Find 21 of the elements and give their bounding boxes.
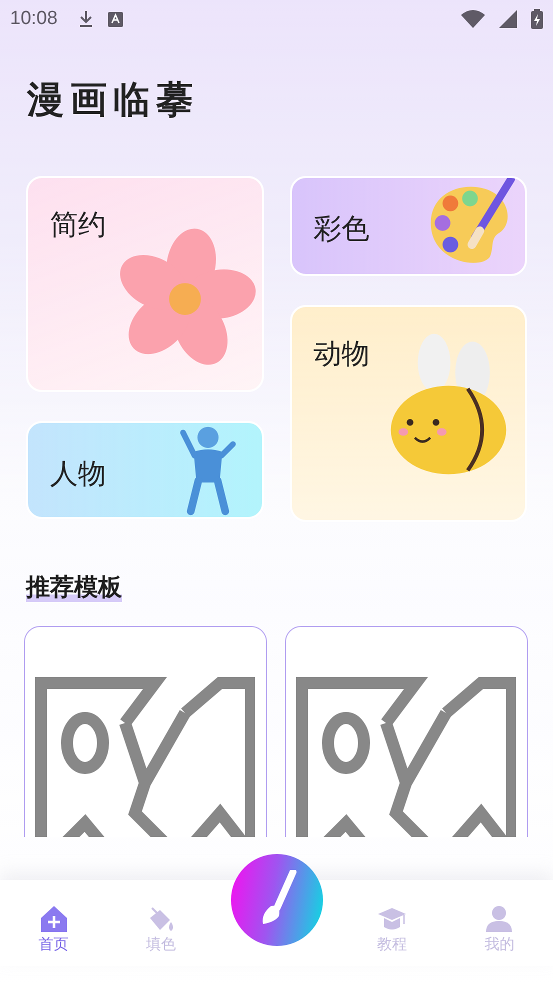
download-icon [78,10,94,28]
category-label: 彩色 [314,211,370,247]
user-icon [484,904,514,934]
category-card[interactable]: 人物 [26,421,264,519]
nav-tab[interactable]: 首页 [0,880,108,954]
signal-icon [499,10,517,28]
category-label: 动物 [314,336,370,372]
category-label: 人物 [50,456,106,492]
battery-icon [531,9,543,29]
category-card[interactable]: 动物 [290,305,527,522]
category-card[interactable]: 彩色 [290,176,527,276]
wifi-icon [461,10,485,28]
template-card[interactable] [285,626,528,837]
template-card[interactable] [24,626,267,837]
section-title: 推荐模板 [26,572,122,602]
text-icon [108,12,123,26]
category-label: 简约 [50,207,106,243]
category-card[interactable]: 简约 [26,176,264,392]
home-icon [38,904,69,934]
status-time: 10:08 [10,8,58,30]
page-title: 漫画临摹 [27,76,200,123]
